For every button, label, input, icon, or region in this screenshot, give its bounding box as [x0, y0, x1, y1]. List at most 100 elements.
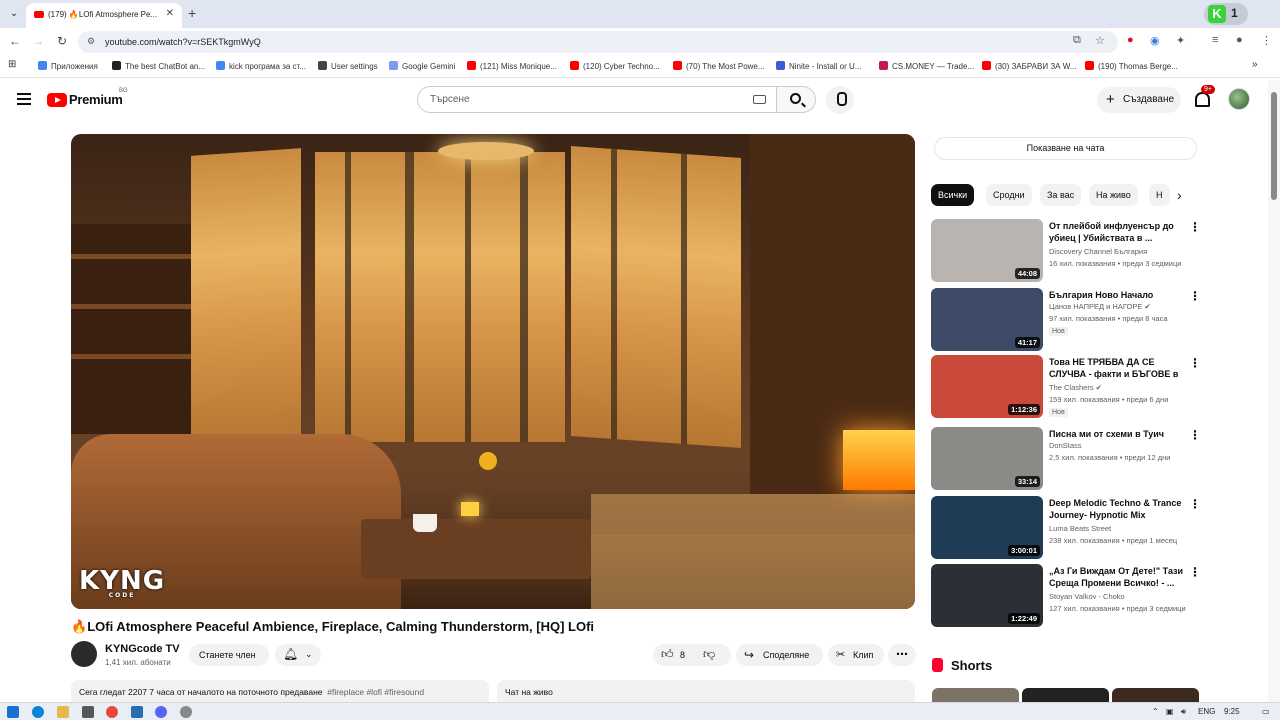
bookmark-kick[interactable]: kick програма за ст... [216, 61, 306, 71]
extension-blue-icon[interactable]: ◉ [1150, 34, 1160, 47]
new-tab-icon[interactable]: + [188, 5, 196, 21]
recommendation-title[interactable]: България Ново Начало [1049, 289, 1187, 301]
recommendation-title[interactable]: Deep Melodic Techno & Trance Journey- Hy… [1049, 497, 1187, 521]
more-bookmarks-icon[interactable]: » [1252, 59, 1258, 70]
bookmark-youtube-2[interactable]: (120) Cyber Techno... [570, 61, 660, 71]
scrollbar-thumb[interactable] [1271, 92, 1277, 200]
bookmark-youtube-5[interactable]: (190) Thomas Berge... [1085, 61, 1178, 71]
recommendation-card[interactable]: 41:17 България Ново Начало Цанов НАПРЕД и … [931, 288, 1201, 352]
account-avatar[interactable] [1228, 88, 1250, 110]
join-button[interactable]: Станете член [189, 644, 269, 666]
discord-icon[interactable] [155, 706, 167, 718]
chip-partial[interactable]: Н [1149, 184, 1170, 206]
notifications-icon[interactable]: ▭ [1262, 707, 1270, 716]
extensions-puzzle-icon[interactable]: ✦ [1176, 34, 1185, 47]
video-thumbnail[interactable]: 3:00:01 [931, 496, 1043, 559]
bookmark-chatbot[interactable]: The best ChatBot an... [112, 61, 205, 71]
video-thumbnail[interactable]: 44:08 [931, 219, 1043, 282]
notification-settings-button[interactable]: 🔔︎ ⌄ [275, 644, 321, 666]
channel-name[interactable]: KYNGcode TV [105, 643, 180, 655]
windows-start-icon[interactable] [7, 706, 19, 718]
kick-extension-icon[interactable]: K [1208, 5, 1226, 23]
create-button[interactable]: + Създаване [1097, 87, 1181, 113]
keyboard-icon[interactable] [753, 95, 766, 104]
hashtags[interactable]: #fireplace #lofi #firesound [327, 687, 424, 697]
bookmark-youtube-1[interactable]: (121) Miss Monique... [467, 61, 557, 71]
more-options-icon[interactable]: ⋮ [1189, 220, 1201, 234]
recommendation-card[interactable]: 3:00:01 Deep Melodic Techno & Trance Jour… [931, 496, 1201, 560]
chip-live[interactable]: На живо [1089, 184, 1138, 206]
apps-grid-icon[interactable]: ⊞ [8, 59, 16, 70]
video-thumbnail[interactable]: 41:17 [931, 288, 1043, 351]
short-thumbnail[interactable] [1112, 688, 1199, 702]
channel-avatar[interactable] [71, 641, 97, 667]
profile-icon[interactable]: ● [1236, 34, 1243, 46]
recommendation-channel[interactable]: Цанов НАПРЕД и НАГОРЕ ✔ [1049, 302, 1151, 311]
live-chat-header[interactable]: Чат на живо [497, 680, 915, 702]
more-options-icon[interactable]: ⋮ [1189, 497, 1201, 511]
video-thumbnail[interactable]: 33:14 [931, 427, 1043, 490]
tray-app-icon[interactable]: ▣ [1166, 707, 1174, 716]
app-icon[interactable] [180, 706, 192, 718]
extension-red-icon[interactable]: ● [1127, 34, 1134, 46]
more-options-icon[interactable]: ⋮ [1189, 289, 1201, 303]
recommendation-card[interactable]: 44:08 От плейбой инфлуенсър до убиец | Уб… [931, 219, 1201, 283]
app-icon[interactable] [82, 706, 94, 718]
recommendation-channel[interactable]: Luma Beats Street [1049, 524, 1111, 533]
recommendation-channel[interactable]: The Clashers ✔ [1049, 383, 1102, 392]
chrome-icon[interactable] [106, 706, 118, 718]
bookmark-youtube-4[interactable]: (30) ЗАБРАВИ ЗА W... [982, 61, 1076, 71]
input-language[interactable]: ENG [1198, 707, 1215, 716]
recommendation-card[interactable]: 33:14 Писна ми от схеми в Туич DonStass 2,5… [931, 427, 1201, 491]
more-options-icon[interactable]: ⋮ [1189, 428, 1201, 442]
video-thumbnail[interactable]: 1:22:49 [931, 564, 1043, 627]
recommendation-card[interactable]: 1:12:36 Това НЕ ТРЯБВА ДА СЕ СЛУЧВА - фак… [931, 355, 1201, 419]
site-info-icon[interactable]: ⚙ [87, 36, 95, 47]
profile-extension[interactable]: K 1 [1204, 3, 1248, 25]
install-app-icon[interactable]: ⧉ [1073, 34, 1081, 47]
volume-icon[interactable]: 🔊︎ [1181, 707, 1186, 717]
share-button[interactable]: ↪ Споделяне [736, 644, 823, 666]
search-input[interactable]: Търсене [417, 86, 777, 113]
media-control-icon[interactable]: ≡ [1212, 34, 1218, 46]
voice-search-icon[interactable] [826, 86, 854, 114]
reload-icon[interactable]: ↻ [54, 34, 70, 48]
clip-button[interactable]: ✂ Клип [828, 644, 884, 666]
steam-icon[interactable] [131, 706, 143, 718]
chip-all[interactable]: Всички [931, 184, 975, 206]
address-bar[interactable]: ⚙ youtube.com/watch?v=rSEKTkgmWyQ [78, 31, 1118, 53]
show-chat-button[interactable]: Показване на чата [934, 137, 1197, 160]
page-scrollbar[interactable] [1268, 80, 1280, 702]
more-actions-button[interactable]: ⋯ [888, 644, 916, 666]
chevron-right-icon[interactable]: › [1177, 187, 1182, 203]
forward-icon[interactable]: → [30, 34, 46, 48]
clock[interactable]: 9:25 [1224, 707, 1240, 716]
recommendation-card[interactable]: 1:22:49 „Аз Ги Виждам От Дете!" Тази Срещ… [931, 564, 1201, 628]
bookmark-star-icon[interactable]: ☆ [1095, 34, 1105, 47]
notifications-bell-icon[interactable]: 9+ [1193, 85, 1215, 107]
recommendation-title[interactable]: От плейбой инфлуенсър до убиец | Убийств… [1049, 220, 1187, 244]
tab-search-icon[interactable]: ⌄ [6, 6, 22, 22]
chip-for-you[interactable]: За вас [1040, 184, 1082, 206]
bookmark-gemini[interactable]: Google Gemini [389, 61, 455, 71]
back-icon[interactable]: ← [7, 34, 23, 48]
short-thumbnail[interactable] [1022, 688, 1109, 702]
edge-icon[interactable] [32, 706, 44, 718]
bookmark-apps[interactable]: Приложения [38, 61, 98, 71]
bookmark-youtube-3[interactable]: (70) The Most Powe... [673, 61, 765, 71]
bookmark-user-settings[interactable]: User settings [318, 61, 378, 71]
recommendation-title[interactable]: Писна ми от схеми в Туич [1049, 428, 1187, 440]
like-icon[interactable]: 👍︎ [661, 647, 674, 662]
description-box[interactable]: Сега гледат 2207 7 часа от началото на п… [71, 680, 489, 702]
browser-menu-icon[interactable]: ⋮ [1261, 34, 1272, 47]
file-explorer-icon[interactable] [57, 706, 69, 718]
video-thumbnail[interactable]: 1:12:36 [931, 355, 1043, 418]
recommendation-channel[interactable]: DonStass [1049, 441, 1082, 450]
close-tab-icon[interactable]: ✕ [166, 8, 174, 19]
recommendation-channel[interactable]: Discovery Channel България [1049, 247, 1147, 256]
recommendation-title[interactable]: „Аз Ги Виждам От Дете!" Тази Среща Проме… [1049, 565, 1187, 589]
chip-related[interactable]: Сродни [986, 184, 1032, 206]
more-options-icon[interactable]: ⋮ [1189, 565, 1201, 579]
tray-chevron-icon[interactable]: ⌃ [1152, 707, 1159, 716]
recommendation-title[interactable]: Това НЕ ТРЯБВА ДА СЕ СЛУЧВА - факти и БЪ… [1049, 356, 1187, 381]
